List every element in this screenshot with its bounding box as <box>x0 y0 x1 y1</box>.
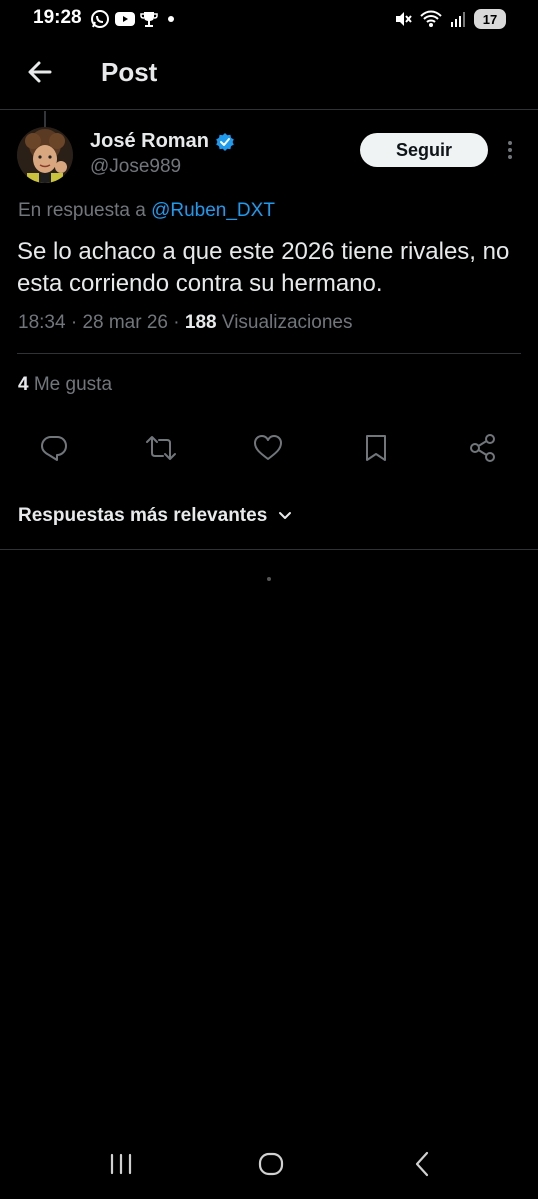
home-icon[interactable] <box>256 1149 286 1179</box>
reply-context: En respuesta a @Ruben_DXT <box>18 200 275 222</box>
notification-icons <box>90 8 174 30</box>
post-meta: 18:34 · 28 mar 26 · 188 Visualizaciones <box>18 312 353 333</box>
more-options-icon[interactable] <box>500 138 520 162</box>
follow-button[interactable]: Seguir <box>360 133 488 167</box>
reply-prefix: En respuesta a <box>18 200 146 221</box>
avatar-image <box>17 127 73 183</box>
views-label: Visualizaciones <box>221 312 353 333</box>
likes-count: 4 <box>18 374 29 395</box>
system-icons: 17 <box>394 8 506 30</box>
page-title: Post <box>101 57 158 87</box>
status-bar: 19:28 17 <box>0 0 538 40</box>
author-name[interactable]: José Roman <box>90 130 235 153</box>
replies-sort-dropdown[interactable]: Respuestas más relevantes <box>18 505 293 527</box>
retweet-icon[interactable] <box>145 432 177 464</box>
post-text: Se lo achaco a que este 2026 tiene rival… <box>17 238 510 297</box>
mute-icon <box>396 12 412 26</box>
reply-icon[interactable] <box>38 432 70 464</box>
like-icon[interactable] <box>252 432 284 464</box>
battery-indicator: 17 <box>474 9 506 29</box>
back-arrow-icon[interactable] <box>22 54 58 90</box>
whatsapp-icon <box>91 10 109 28</box>
status-time: 19:28 <box>33 7 82 28</box>
post-time: 18:34 <box>18 312 66 333</box>
divider <box>17 353 521 354</box>
replies-sort-label: Respuestas más relevantes <box>18 505 268 526</box>
post-date: 28 mar 26 <box>82 312 168 333</box>
action-bar <box>0 432 538 468</box>
top-app-bar: Post <box>0 40 538 110</box>
system-navigation-bar <box>0 1129 538 1199</box>
dot-icon <box>168 16 174 22</box>
divider <box>0 549 538 550</box>
recent-apps-icon[interactable] <box>106 1149 136 1179</box>
signal-icon <box>451 12 465 27</box>
wifi-icon <box>420 10 442 27</box>
share-icon[interactable] <box>467 432 499 464</box>
reply-mention-link[interactable]: @Ruben_DXT <box>151 200 275 221</box>
youtube-icon <box>115 12 135 26</box>
verified-badge-icon <box>216 132 234 151</box>
bookmark-icon[interactable] <box>360 432 392 464</box>
chevron-down-icon <box>279 512 292 519</box>
author-name-text: José Roman <box>90 130 209 152</box>
nav-back-icon[interactable] <box>408 1149 438 1179</box>
likes-label: Me gusta <box>33 374 113 395</box>
author-handle[interactable]: @Jose989 <box>90 156 181 178</box>
trophy-icon <box>140 12 158 27</box>
loading-indicator <box>267 577 271 581</box>
thread-connector <box>44 111 46 127</box>
likes-summary[interactable]: 4 Me gusta <box>18 374 112 396</box>
avatar[interactable] <box>17 127 73 183</box>
views-count: 188 <box>184 312 217 333</box>
